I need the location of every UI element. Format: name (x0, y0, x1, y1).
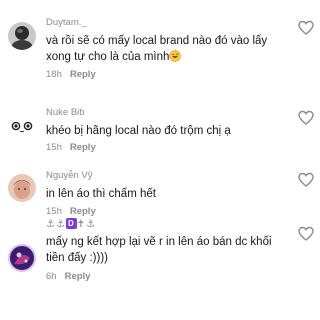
comment-username[interactable]: Nuke Bib (46, 107, 85, 118)
cross-symbol: ✝ (76, 219, 87, 230)
avatar[interactable] (8, 112, 36, 140)
reply-button[interactable]: Reply (70, 206, 96, 217)
reply-button[interactable]: Reply (70, 142, 96, 153)
comment-meta: 6h Reply (46, 271, 90, 282)
avatar[interactable] (8, 174, 36, 202)
heart-outline-icon[interactable] (298, 172, 314, 188)
avatar[interactable] (8, 22, 36, 50)
comment-item: Nguyễn Vỹ in lên áo thì chấm hết 15h Repl… (0, 158, 320, 222)
comment-meta: 18h Reply (46, 69, 96, 80)
comment-meta: 15h Reply (46, 142, 96, 153)
comment-item: Duytam._ và rồi sẽ có mấy local brand nà… (0, 0, 320, 88)
comment-text-body: và rồi sẽ có mấy local brand nào đó vào … (46, 35, 268, 63)
comment-item: ⚓⚓ D ✝⚓ mấy ng kết hợp lại vẽ r in lên áo … (0, 218, 320, 320)
comment-time: 15h (46, 142, 62, 153)
comment-text: khéo bị hãng local nào đó trộm chị ạ (46, 125, 231, 137)
comment-username[interactable]: Duytam._ (46, 17, 87, 28)
username-badge: D (65, 218, 77, 229)
comment-username[interactable]: Nguyễn Vỹ (46, 170, 92, 181)
comment-text: mấy ng kết hợp lại vẽ r in lên áo bán dc… (46, 236, 272, 264)
anchor-symbol: ⚓ (55, 219, 66, 230)
avatar[interactable] (8, 244, 36, 272)
heart-outline-icon[interactable] (298, 226, 314, 242)
heart-outline-icon[interactable] (298, 110, 314, 126)
comment-time: 15h (46, 206, 62, 217)
comment-time: 6h (46, 271, 57, 282)
comment-time: 18h (46, 69, 62, 80)
comment-username[interactable]: ⚓⚓ D ✝⚓ (46, 218, 96, 230)
comment-item: Nuke Bib khéo bị hãng local nào đó trộm … (0, 88, 320, 158)
comment-text: và rồi sẽ có mấy local brand nào đó vào … (46, 33, 290, 65)
reply-button[interactable]: Reply (70, 69, 96, 80)
anchor-symbol: ⚓ (46, 219, 56, 230)
grinning-sweat-emoji (169, 50, 182, 62)
comment-meta: 15h Reply (46, 206, 96, 217)
reply-button[interactable]: Reply (65, 271, 91, 282)
anchor-symbol: ⚓ (86, 219, 97, 230)
comment-text: in lên áo thì chấm hết (46, 188, 156, 200)
heart-outline-icon[interactable] (298, 20, 314, 36)
